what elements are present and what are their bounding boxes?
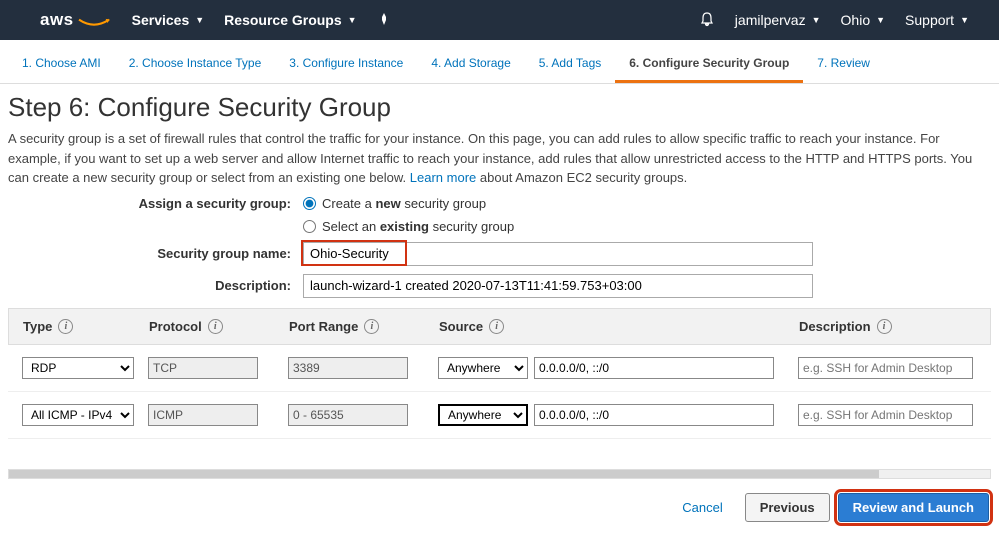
tab-choose-instance-type[interactable]: 2. Choose Instance Type (115, 50, 276, 83)
page-title: Step 6: Configure Security Group (8, 92, 991, 123)
scrollbar-thumb[interactable] (9, 470, 879, 478)
wizard-tabs: 1. Choose AMI 2. Choose Instance Type 3.… (0, 40, 999, 84)
info-icon[interactable]: i (877, 319, 892, 334)
rule-row: RDP Anywhere (8, 345, 991, 392)
aws-logo-text: aws (40, 10, 74, 30)
tab-configure-security-group[interactable]: 6. Configure Security Group (615, 50, 803, 83)
pin-icon[interactable] (377, 12, 391, 29)
sg-desc-label: Description: (8, 278, 303, 293)
caret-down-icon: ▼ (876, 15, 885, 25)
aws-smile-icon (76, 18, 112, 28)
rule-desc-input[interactable] (798, 404, 973, 426)
cancel-button[interactable]: Cancel (668, 494, 736, 521)
rule-type-select[interactable]: All ICMP - IPv4 (22, 404, 134, 426)
rule-source-select[interactable]: Anywhere (438, 357, 528, 379)
caret-down-icon: ▼ (960, 15, 969, 25)
sg-desc-input[interactable] (303, 274, 813, 298)
sg-name-input[interactable] (303, 242, 813, 266)
rule-port-input (288, 357, 408, 379)
col-source-header: Source (439, 319, 483, 334)
info-icon[interactable]: i (364, 319, 379, 334)
rule-row: All ICMP - IPv4 Anywhere (8, 392, 991, 439)
rule-protocol-input (148, 357, 258, 379)
col-type-header: Type (23, 319, 52, 334)
rule-source-input[interactable] (534, 404, 774, 426)
col-protocol-header: Protocol (149, 319, 202, 334)
nav-region[interactable]: Ohio▼ (841, 12, 886, 28)
top-nav: aws Services▼ Resource Groups▼ jamilperv… (0, 0, 999, 40)
rules-header-row: Typei Protocoli Port Rangei Sourcei Desc… (8, 308, 991, 345)
tab-add-tags[interactable]: 5. Add Tags (525, 50, 616, 83)
page-description: A security group is a set of firewall ru… (8, 129, 991, 188)
horizontal-scrollbar[interactable] (8, 469, 991, 479)
tab-add-storage[interactable]: 4. Add Storage (417, 50, 524, 83)
info-icon[interactable]: i (208, 319, 223, 334)
tab-choose-ami[interactable]: 1. Choose AMI (8, 50, 115, 83)
radio-create-new-label: Create a new security group (322, 196, 486, 211)
footer-actions: Cancel Previous Review and Launch (0, 479, 999, 536)
nav-support[interactable]: Support▼ (905, 12, 969, 28)
rule-source-input[interactable] (534, 357, 774, 379)
rule-source-select[interactable]: Anywhere (438, 404, 528, 426)
radio-select-existing[interactable] (303, 220, 316, 233)
bell-icon[interactable] (699, 11, 715, 30)
nav-resource-groups[interactable]: Resource Groups▼ (224, 12, 356, 28)
radio-create-new[interactable] (303, 197, 316, 210)
previous-button[interactable]: Previous (745, 493, 830, 522)
nav-user[interactable]: jamilpervaz▼ (735, 12, 821, 28)
aws-logo[interactable]: aws (40, 10, 112, 30)
rule-port-input (288, 404, 408, 426)
tab-review[interactable]: 7. Review (803, 50, 884, 83)
caret-down-icon: ▼ (348, 15, 357, 25)
caret-down-icon: ▼ (195, 15, 204, 25)
assign-label: Assign a security group: (8, 196, 303, 211)
col-port-header: Port Range (289, 319, 358, 334)
caret-down-icon: ▼ (812, 15, 821, 25)
rule-desc-input[interactable] (798, 357, 973, 379)
info-icon[interactable]: i (58, 319, 73, 334)
info-icon[interactable]: i (489, 319, 504, 334)
review-and-launch-button[interactable]: Review and Launch (838, 493, 989, 522)
sg-name-label: Security group name: (8, 246, 303, 261)
rule-protocol-input (148, 404, 258, 426)
rule-type-select[interactable]: RDP (22, 357, 134, 379)
tab-configure-instance[interactable]: 3. Configure Instance (275, 50, 417, 83)
learn-more-link[interactable]: Learn more (410, 170, 476, 185)
radio-select-existing-label: Select an existing security group (322, 219, 514, 234)
nav-services[interactable]: Services▼ (132, 12, 205, 28)
main-content: Step 6: Configure Security Group A secur… (0, 84, 999, 479)
col-desc-header: Description (799, 319, 871, 334)
